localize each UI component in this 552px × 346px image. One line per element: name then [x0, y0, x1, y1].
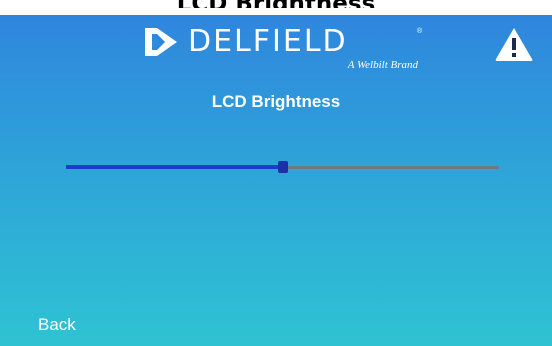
slider-fill — [66, 165, 283, 169]
brand-name: DELFIELD — [188, 24, 348, 59]
delfield-logo-mark-icon — [145, 28, 177, 56]
brand-tagline: A Welbilt Brand — [347, 59, 418, 71]
trademark-symbol: ® — [417, 28, 423, 35]
brand-logo: DELFIELD ® A Welbilt Brand — [143, 24, 423, 82]
page-caption: LCD Brightness — [0, 0, 552, 8]
brightness-slider[interactable] — [66, 153, 499, 183]
warning-button[interactable] — [494, 26, 534, 62]
slider-thumb[interactable] — [277, 161, 288, 173]
warning-triangle-icon — [495, 28, 533, 61]
screen-title: LCD Brightness — [211, 92, 341, 111]
back-button[interactable]: Back — [38, 315, 76, 335]
lcd-screen: DELFIELD ® A Welbilt Brand LCD Brightnes… — [0, 15, 552, 346]
